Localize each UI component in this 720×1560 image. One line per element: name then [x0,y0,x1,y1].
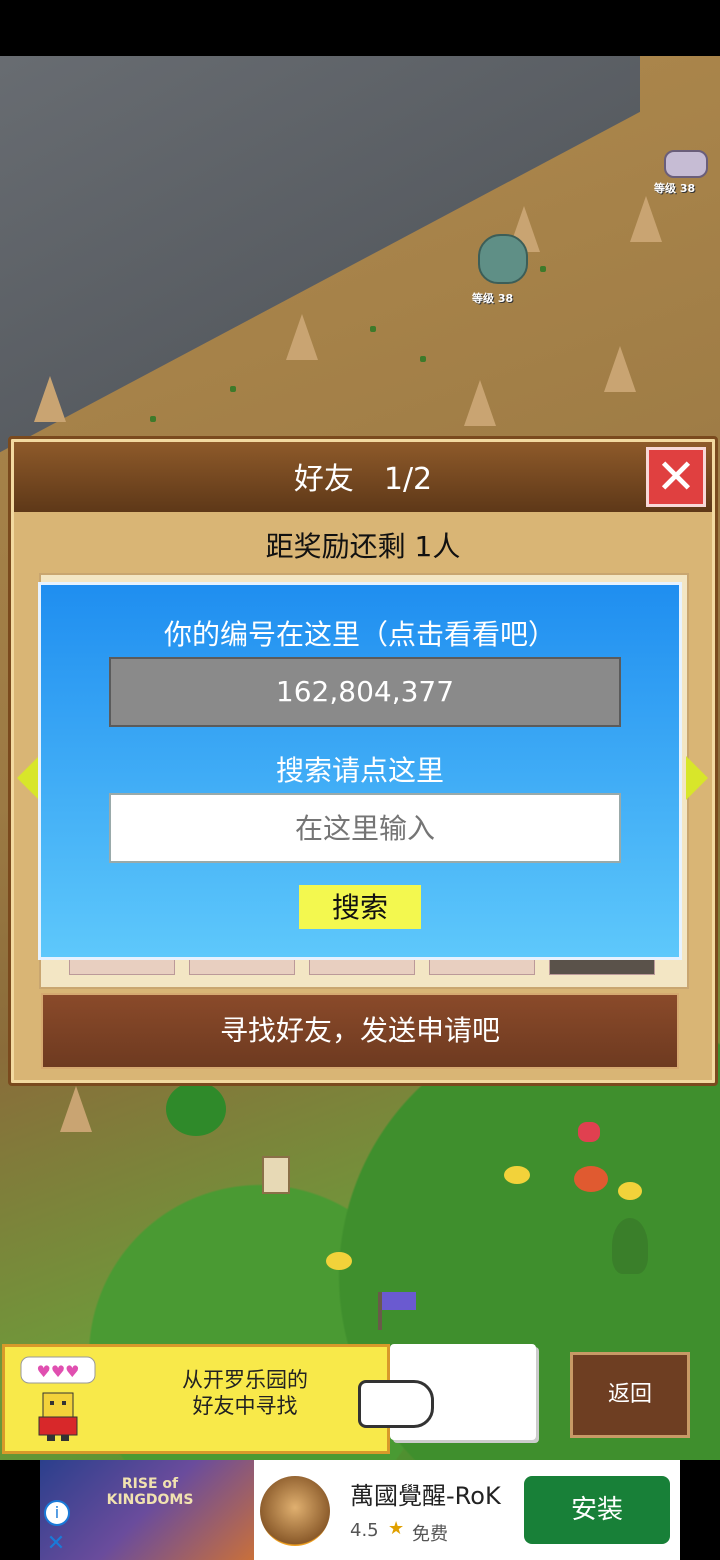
monster-icon[interactable] [478,234,528,284]
panel-title: 好友 1/2 [293,462,433,497]
prev-page-arrow-icon[interactable] [17,756,39,800]
grass-tuft [420,356,426,362]
svg-text:♥♥♥: ♥♥♥ [36,1362,79,1381]
monster-level-label: 等级 38 [472,292,514,305]
flower-icon [618,1182,642,1200]
rock-spike [464,380,496,426]
list-slot[interactable] [549,959,655,975]
monster-icon[interactable] [664,150,708,178]
my-id-label[interactable]: 你的编号在这里（点击看看吧） [41,613,679,653]
ad-info-icon[interactable]: i [44,1500,70,1526]
ad-rating: 4.5 [350,1520,379,1541]
next-page-arrow-icon[interactable] [686,756,708,800]
search-button[interactable]: 搜索 [299,885,421,929]
search-dialog: 你的编号在这里（点击看看吧） 162,804,377 搜索请点这里 搜索 [38,582,682,960]
ad-close-icon[interactable]: ✕ [46,1532,66,1556]
ad-app-icon[interactable] [260,1476,330,1546]
rock-spike [604,346,636,392]
close-button[interactable]: ✕ [646,447,706,507]
grass-tuft [540,266,546,272]
rock-spike [286,314,318,360]
flag-icon[interactable] [382,1292,416,1310]
crystal-icon [578,1122,600,1142]
grass-tuft [370,326,376,332]
ad-price: 免费 [412,1524,448,1545]
install-button[interactable]: 安装 [524,1476,670,1544]
find-friends-button[interactable]: 寻找好友，发送申请吧 [41,993,679,1069]
rock-spike [34,376,66,422]
list-slot[interactable] [189,959,295,975]
flower-icon [504,1166,530,1184]
grass-tuft [150,416,156,422]
pointing-hand-icon [358,1380,434,1428]
flower-icon [326,1252,352,1270]
grass-tuft [230,386,236,392]
ad-banner[interactable]: RISE of KINGDOMS i ✕ 萬國覺醒-RoK 4.5 ★ 免费 安… [40,1460,680,1560]
ad-image[interactable]: RISE of KINGDOMS [40,1460,254,1560]
search-input[interactable] [109,793,621,863]
back-button[interactable]: 返回 [570,1352,690,1438]
statue-icon [262,1156,290,1194]
my-id-field[interactable]: 162,804,377 [109,657,621,727]
flower-icon [574,1166,608,1192]
ad-image-logo: RISE of KINGDOMS [106,1476,194,1508]
list-slot[interactable] [309,959,415,975]
bush-icon [166,1082,226,1136]
star-icon: ★ [388,1518,405,1539]
reward-remaining-text: 距奖励还剩 1人 [265,530,461,563]
rock-spike [60,1086,92,1132]
ad-title[interactable]: 萬國覺醒-RoK [350,1476,501,1511]
close-icon: ✕ [655,449,697,505]
status-bar [0,0,720,56]
list-slot[interactable] [69,959,175,975]
monster-level-label: 等级 38 [654,182,696,195]
list-slot[interactable] [429,959,535,975]
panel-header: 好友 1/2 ✕ [14,442,712,512]
find-from-kairo-friends-button[interactable]: ♥♥♥ 从开罗乐园的 好友中寻找 [2,1344,390,1454]
rock-spike [630,196,662,242]
search-label: 搜索请点这里 [275,754,444,787]
kairo-mascot-icon: ♥♥♥ [17,1355,99,1443]
helper-text: 从开罗乐园的 好友中寻找 [182,1368,308,1418]
tree-icon [612,1218,648,1274]
